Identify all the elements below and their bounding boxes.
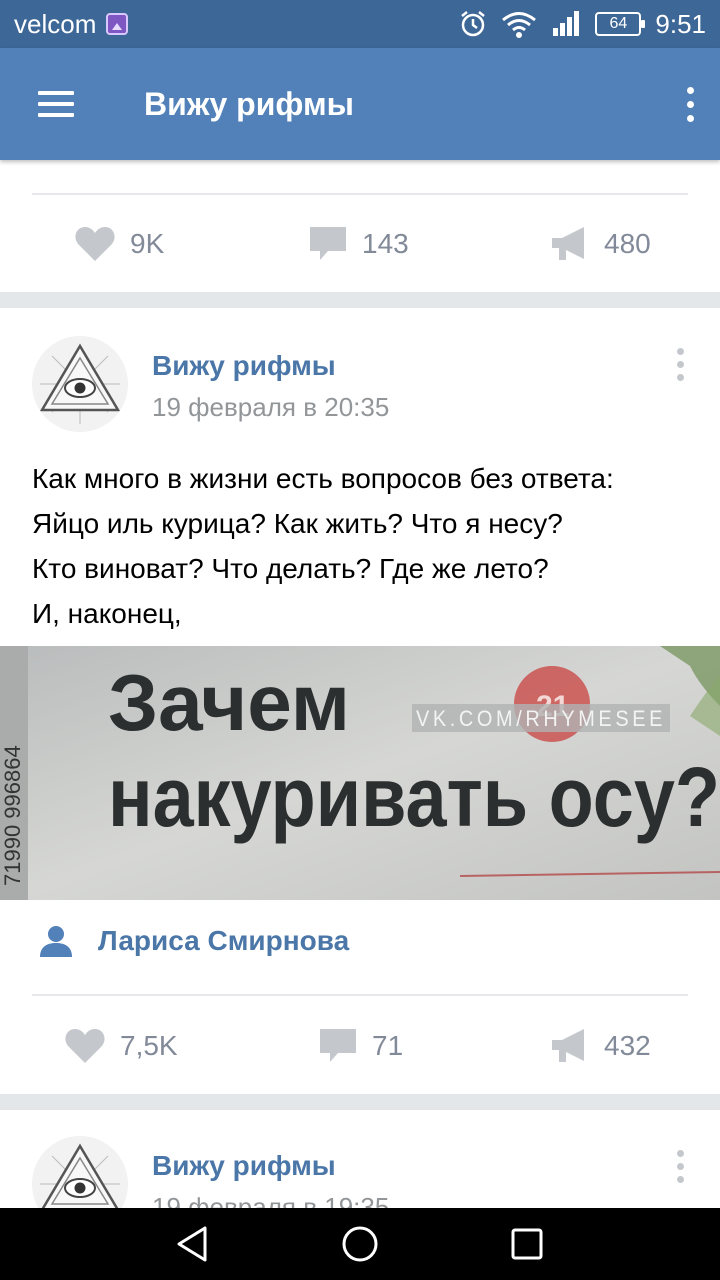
image-headline-1: Зачем (108, 658, 350, 747)
post-signer[interactable]: Лариса Смирнова (38, 924, 349, 958)
post-actions: 7,5K 71 432 (0, 1016, 720, 1076)
post-image[interactable]: 71990 996864 21 Зачем VK.COM/RHYMESEE на… (0, 646, 720, 900)
comment-button[interactable]: 143 (308, 225, 409, 263)
share-button[interactable]: 480 (550, 225, 651, 263)
image-margin-code: 71990 996864 (0, 745, 25, 886)
comment-count: 71 (372, 1030, 404, 1061)
comment-button[interactable]: 71 (318, 1027, 403, 1065)
back-icon[interactable] (173, 1224, 213, 1264)
megaphone-icon (552, 227, 584, 260)
status-icons: 64 9:51 (459, 9, 706, 40)
comment-count: 143 (362, 228, 409, 259)
signal-icon (553, 11, 580, 36)
app-bar: Вижу рифмы (0, 48, 720, 160)
post-menu-icon[interactable] (677, 348, 684, 381)
eye-triangle-icon (32, 336, 128, 432)
post-text-line: Яйцо иль курица? Как жить? Что я несу? (32, 508, 563, 539)
status-bar: velcom 64 9:51 (0, 0, 720, 48)
system-nav-bar (0, 1208, 720, 1280)
post-author[interactable]: Вижу рифмы (152, 350, 389, 382)
post-text-line: Кто виноват? Что делать? Где же лето? (32, 553, 549, 584)
share-button[interactable]: 432 (550, 1027, 651, 1065)
like-count: 7,5K (120, 1030, 178, 1061)
heart-icon (65, 1029, 105, 1063)
dot (686, 86, 694, 94)
post-date: 19 февраля в 20:35 (152, 392, 390, 422)
like-button[interactable]: 7,5K (64, 1027, 178, 1065)
recents-icon[interactable] (507, 1224, 547, 1264)
post-actions: 9K 143 480 (0, 214, 720, 274)
signer-name: Лариса Смирнова (98, 925, 350, 956)
post-author[interactable]: Вижу рифмы (152, 1150, 389, 1182)
post-text: Как много в жизни есть вопросов без отве… (32, 456, 692, 636)
divider (32, 193, 688, 195)
post-card: Вижу рифмы 19 февраля в 20:35 Как много … (0, 308, 720, 1094)
dot (677, 361, 684, 368)
post-text-line: Как много в жизни есть вопросов без отве… (32, 463, 614, 494)
like-count: 9K (130, 228, 165, 259)
menu-icon[interactable] (0, 48, 112, 160)
image-watermark: VK.COM/RHYMESEE (416, 706, 666, 731)
user-icon (40, 926, 72, 957)
menu-icon-line (38, 102, 74, 106)
image-icon (106, 13, 129, 35)
battery-level: 64 (609, 15, 628, 32)
home-icon[interactable] (340, 1224, 380, 1264)
newspaper-photo: 71990 996864 21 Зачем VK.COM/RHYMESEE на… (0, 646, 720, 900)
share-count: 432 (604, 1030, 651, 1061)
megaphone-icon (552, 1029, 584, 1062)
image-headline-2: накуривать осу? (108, 750, 720, 844)
more-vertical-icon[interactable] (660, 48, 720, 160)
carrier-group: velcom (14, 8, 129, 40)
dot (677, 1150, 684, 1157)
menu-icon-line (38, 113, 74, 117)
dot (677, 374, 684, 381)
battery-icon: 64 (595, 12, 646, 36)
carrier-label: velcom (14, 8, 97, 39)
alarm-icon (461, 11, 486, 37)
community-avatar[interactable] (32, 336, 128, 432)
wifi-icon (502, 12, 537, 38)
dot (677, 1176, 684, 1183)
clock: 9:51 (655, 8, 706, 39)
divider (32, 994, 688, 996)
app-title: Вижу рифмы (144, 85, 354, 122)
dot (686, 114, 694, 122)
like-button[interactable]: 9K (74, 225, 164, 263)
comment-icon (320, 1029, 356, 1062)
share-count: 480 (604, 228, 651, 259)
dot (686, 100, 694, 108)
dot (677, 1163, 684, 1170)
heart-icon (75, 227, 115, 261)
post-card-previous: 9K 143 480 (0, 160, 720, 292)
author-block: Вижу рифмы 19 февраля в 20:35 (152, 350, 389, 423)
menu-icon-line (38, 91, 74, 95)
post-menu-icon[interactable] (677, 1150, 684, 1183)
dot (677, 348, 684, 355)
post-text-line: И, наконец, (32, 598, 182, 629)
comment-icon (310, 227, 346, 260)
post-header: Вижу рифмы 19 февраля в 20:35 (32, 336, 389, 432)
